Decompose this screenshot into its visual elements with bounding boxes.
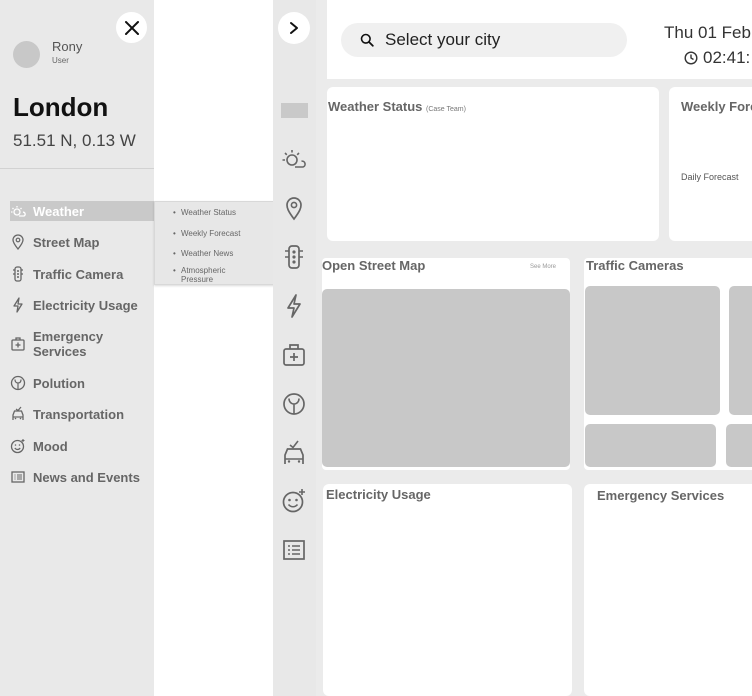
camera-feed-placeholder[interactable] (726, 424, 752, 467)
rail-mood-button[interactable] (279, 486, 309, 516)
traffic-light-icon (285, 245, 303, 269)
camera-feed-placeholder[interactable] (585, 286, 720, 415)
current-time: 02:41: (684, 48, 750, 68)
bus-icon (10, 406, 26, 422)
card-title: Open Street Map (322, 258, 426, 273)
card-title: Weather Status (Case Team) (328, 99, 466, 114)
nav-label: Traffic Camera (33, 266, 124, 282)
current-date: Thu 01 Febr (664, 23, 752, 42)
news-icon (283, 540, 305, 560)
close-icon (124, 20, 139, 35)
rail-street-map-button[interactable] (279, 193, 309, 223)
weekly-forecast-card[interactable]: Weekly Fore Daily Forecast (669, 87, 752, 241)
nav-item-emergency-services[interactable]: Emergency Services (10, 329, 154, 359)
smiley-icon (10, 438, 26, 454)
time-text: 02:41: (703, 48, 751, 67)
first-aid-icon (10, 336, 26, 352)
nav-label: Emergency Services (33, 329, 104, 359)
city-search-input[interactable]: Select your city (341, 23, 627, 57)
submenu-item-weather-news[interactable]: Weather News (173, 249, 271, 258)
chevron-right-icon (290, 22, 298, 34)
submenu-item-atmospheric-pressure[interactable]: Atmospheric Pressure (173, 266, 243, 284)
nav-label: Mood (33, 438, 68, 454)
see-more-link[interactable]: See More (530, 264, 556, 270)
location-pin-icon (286, 197, 302, 221)
card-title: Traffic Cameras (586, 258, 684, 273)
location-pin-icon (10, 234, 26, 250)
nav-item-mood[interactable]: Mood (10, 438, 154, 454)
rail-emergency-button[interactable] (279, 340, 309, 370)
nav-item-traffic-camera[interactable]: Traffic Camera (10, 266, 154, 282)
camera-feed-placeholder[interactable] (585, 424, 716, 467)
nav-item-news-and-events[interactable]: News and Events (10, 469, 154, 485)
camera-feed-placeholder[interactable] (729, 286, 752, 415)
news-icon (10, 469, 26, 485)
weather-icon (10, 203, 26, 219)
clock-icon (684, 51, 698, 65)
user-role: User (52, 56, 69, 65)
nav-label: Electricity Usage (33, 297, 138, 313)
expand-rail-button[interactable] (278, 12, 310, 44)
nav-item-transportation[interactable]: Transportation (10, 406, 154, 422)
card-title: Electricity Usage (326, 487, 431, 502)
search-placeholder: Select your city (385, 30, 501, 49)
side-drawer: Rony User London 51.51 N, 0.13 W Weather… (0, 0, 154, 696)
nav-item-electricity-usage[interactable]: Electricity Usage (10, 297, 154, 313)
card-subtitle: (Case Team) (426, 106, 466, 113)
nav-item-street-map[interactable]: Street Map (10, 234, 154, 250)
nav-item-polution[interactable]: Polution (10, 375, 154, 391)
card-title: Emergency Services (597, 488, 725, 503)
rail-placeholder (281, 103, 308, 118)
leaf-icon (10, 375, 26, 391)
lightning-icon (10, 297, 26, 313)
city-name: London (13, 92, 109, 122)
drawer-divider (0, 168, 154, 169)
nav-label: Polution (33, 375, 85, 391)
map-placeholder[interactable] (322, 289, 570, 467)
rail-traffic-camera-button[interactable] (279, 242, 309, 272)
nav-label: Transportation (33, 406, 125, 422)
submenu-item-weekly-forecast[interactable]: Weekly Forecast (173, 229, 271, 238)
nav-label: Weather (33, 203, 85, 219)
main-content: Select your city Thu 01 Febr 02:41: Weat… (316, 0, 752, 696)
weather-submenu: Weather Status Weekly Forecast Weather N… (154, 201, 284, 285)
traffic-light-icon (10, 266, 26, 282)
rail-electricity-button[interactable] (279, 291, 309, 321)
weather-status-card[interactable]: Weather Status (Case Team) (327, 87, 659, 241)
search-icon (360, 33, 374, 47)
card-title: Weekly Fore (681, 99, 752, 114)
close-drawer-button[interactable] (116, 12, 147, 43)
street-map-card[interactable]: Open Street Map See More (322, 258, 570, 470)
user-name: Rony (52, 39, 83, 54)
emergency-services-card[interactable]: Emergency Services (584, 484, 752, 696)
leaf-icon (283, 393, 305, 415)
top-bar: Select your city Thu 01 Febr 02:41: (327, 0, 752, 79)
submenu-item-weather-status[interactable]: Weather Status (173, 208, 271, 217)
lightning-icon (287, 294, 301, 318)
rail-weather-button[interactable] (279, 144, 309, 174)
city-coordinates: 51.51 N, 0.13 W (13, 131, 136, 150)
bus-icon (284, 440, 304, 464)
weather-icon (282, 150, 306, 168)
icon-rail (273, 0, 316, 696)
daily-forecast-label: Daily Forecast (681, 172, 739, 182)
smiley-icon (282, 489, 305, 513)
traffic-cameras-card[interactable]: Traffic Cameras (584, 258, 752, 470)
rail-news-button[interactable] (279, 535, 309, 565)
first-aid-icon (283, 344, 305, 366)
rail-polution-button[interactable] (279, 389, 309, 419)
electricity-usage-card[interactable]: Electricity Usage (323, 484, 572, 696)
avatar[interactable] (13, 41, 40, 68)
card-title-text: Weather Status (328, 99, 423, 114)
nav-label: Street Map (33, 234, 100, 250)
nav-label: News and Events (33, 469, 140, 485)
rail-transportation-button[interactable] (279, 438, 309, 468)
nav-item-weather[interactable]: Weather (10, 201, 154, 221)
